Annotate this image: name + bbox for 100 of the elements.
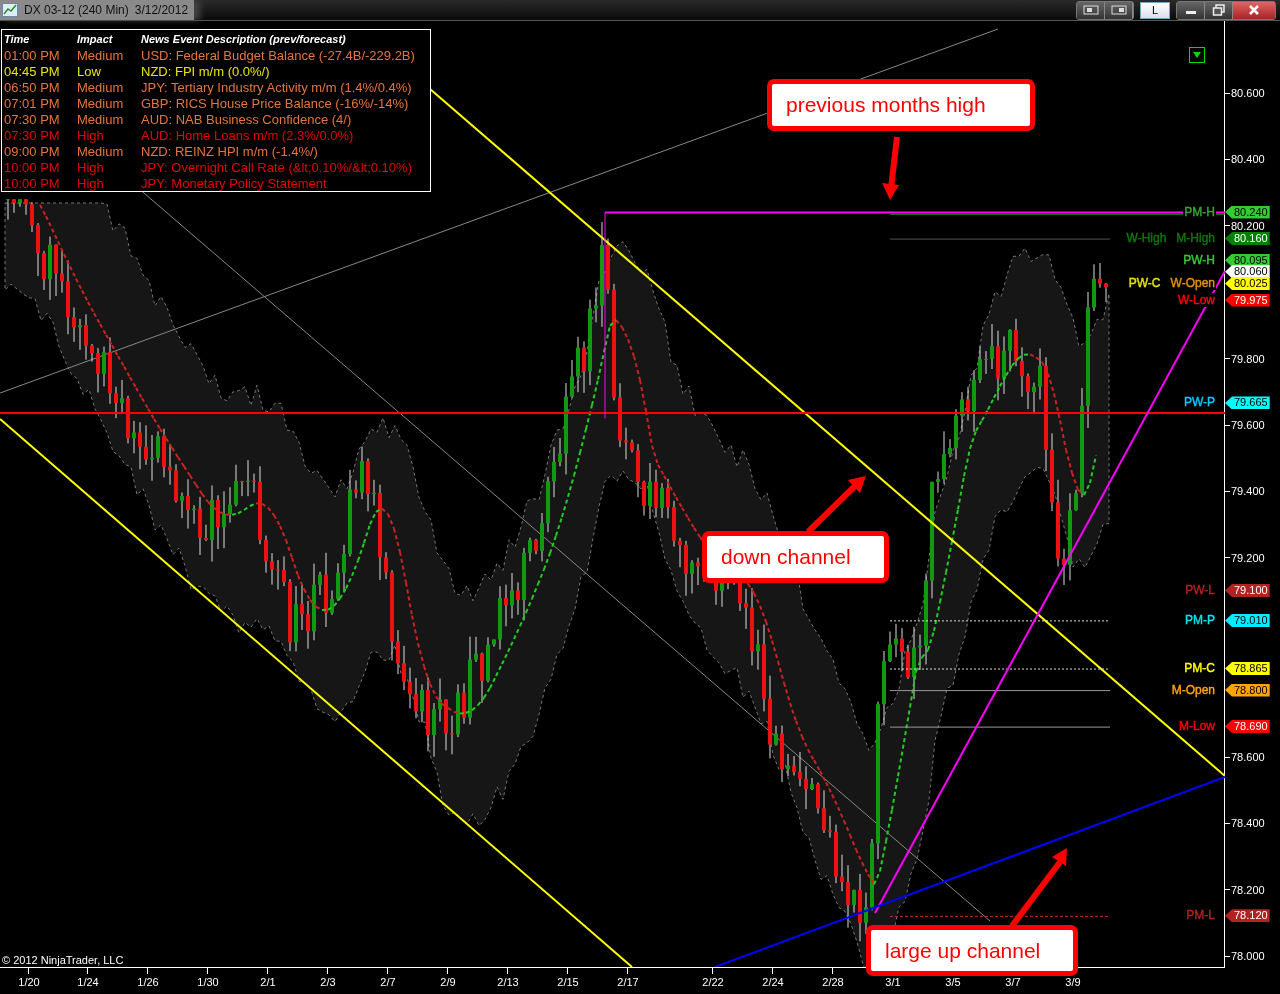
close-button[interactable] — [1233, 1, 1275, 19]
date-label: 1/26 — [137, 976, 159, 988]
price-label: 80.400 — [1230, 153, 1265, 166]
news-impact: Low — [77, 63, 102, 79]
news-impact: Medium — [77, 95, 125, 111]
price-tag: 79.010 — [1225, 613, 1270, 627]
news-impact: Medium — [77, 79, 125, 95]
news-description: NZD: FPI m/m (0.0%/) — [141, 63, 271, 79]
news-impact: Medium — [77, 47, 125, 63]
news-time: 01:00 PM — [3, 47, 61, 63]
column-header: News Event Description (prev/forecast) — [141, 33, 347, 45]
news-time: 07:01 PM — [3, 95, 61, 111]
window-icon — [1110, 5, 1127, 15]
date-label: 2/3 — [320, 976, 336, 988]
minimize-button[interactable] — [1177, 1, 1205, 19]
level-label: PM-P — [1184, 612, 1216, 627]
price-tag: 78.690 — [1225, 720, 1270, 734]
column-header: Impact — [77, 33, 114, 45]
date-label: 3/1 — [885, 976, 901, 988]
level-label: W-High — [1125, 231, 1168, 246]
news-impact: High — [77, 175, 105, 191]
news-time: 09:00 PM — [3, 143, 61, 159]
news-description: JPY: Tertiary Industry Activity m/m (1.4%/0.4%) — [141, 79, 413, 95]
restore-button[interactable] — [1205, 1, 1233, 19]
price-label: 78.400 — [1230, 817, 1265, 830]
date-label: 3/9 — [1065, 976, 1081, 988]
price-label: 78.000 — [1230, 950, 1265, 963]
chart-icon — [2, 3, 18, 17]
date-label: 2/7 — [380, 976, 396, 988]
date-label: 1/20 — [18, 976, 40, 988]
date-label: 2/17 — [617, 976, 639, 988]
news-description: USD: Federal Budget Balance (-27.4B/-229.2B) — [141, 47, 416, 63]
level-label: W-Open — [1169, 275, 1216, 290]
date-label: 2/24 — [762, 976, 784, 988]
price-tag: 79.100 — [1225, 584, 1270, 597]
price-tag: 80.160 — [1225, 232, 1270, 246]
price-tag: 78.120 — [1225, 909, 1270, 923]
level-label: PW-L — [1184, 583, 1216, 597]
restore-icon — [1211, 4, 1226, 16]
news-description: JPY: Monetary Policy Statement — [141, 175, 328, 191]
price-tag: 78.865 — [1225, 662, 1270, 675]
date-label: 1/24 — [77, 976, 99, 988]
news-description: JPY: Overnight Call Rate (&lt;0.10%/&lt;0.10%) — [141, 159, 413, 175]
price-label: 78.600 — [1230, 751, 1265, 763]
annotation-callout: down channel — [702, 531, 889, 583]
arrow — [882, 136, 900, 200]
price-label: 79.600 — [1230, 419, 1265, 431]
price-label: 79.200 — [1230, 551, 1265, 564]
price-label: 80.200 — [1230, 219, 1265, 232]
window-date: 3/12/2012 — [134, 3, 189, 17]
level-label: PW-H — [1182, 252, 1216, 267]
date-label: 1/30 — [197, 976, 219, 988]
news-description: AUD: Home Loans m/m (2.3%/0.0%) — [141, 127, 355, 143]
level-label: M-Low — [1178, 719, 1216, 734]
price-tag: 80.240 — [1225, 205, 1270, 219]
news-time: 06:50 PM — [3, 79, 61, 95]
signal-marker-icon — [1189, 47, 1205, 63]
window-title: DX 03-12 (240 Min) — [24, 3, 129, 17]
date-label: 2/9 — [440, 976, 456, 988]
date-label: 2/15 — [557, 976, 579, 988]
news-time: 10:00 PM — [3, 175, 61, 191]
level-label: M-High — [1175, 231, 1216, 246]
news-description: NZD: REINZ HPI m/m (-1.4%/) — [141, 143, 319, 159]
price-label: 79.800 — [1230, 352, 1265, 365]
news-description: AUD: NAB Business Confidence (4/) — [141, 111, 353, 127]
level-label: PM-H — [1183, 204, 1216, 219]
price-label: 80.600 — [1230, 87, 1265, 99]
news-time: 04:45 PM — [3, 63, 61, 79]
annotation-callout: large up channel — [866, 925, 1078, 976]
level-label: W-Low — [1176, 292, 1216, 307]
price-tag: 79.975 — [1225, 293, 1270, 307]
date-label: 2/28 — [822, 976, 844, 988]
level-label: PW-P — [1182, 395, 1216, 410]
undock-button[interactable] — [1105, 1, 1133, 19]
level-label: M-Open — [1170, 682, 1216, 697]
date-label: 3/5 — [945, 976, 961, 988]
column-header: Time — [3, 33, 31, 45]
news-impact: High — [77, 159, 105, 175]
link-button[interactable]: L — [1140, 1, 1170, 19]
news-impact: High — [77, 127, 105, 143]
dock-button[interactable] — [1077, 1, 1105, 19]
level-label: PM-C — [1183, 661, 1216, 675]
news-impact: Medium — [77, 143, 125, 159]
level-label: PM-L — [1185, 908, 1216, 923]
close-icon — [1247, 4, 1261, 16]
news-description: GBP: RICS House Price Balance (-16%/-14%) — [141, 95, 410, 111]
date-label: 2/22 — [702, 976, 724, 988]
price-tag: 78.800 — [1225, 683, 1270, 697]
date-label: 2/1 — [260, 976, 276, 988]
price-tag: 79.665 — [1225, 396, 1270, 410]
date-label: 3/7 — [1005, 976, 1021, 988]
copyright-text: © 2012 NinjaTrader, LLC — [2, 954, 124, 966]
level-label: PW-C — [1127, 275, 1162, 290]
news-impact: Medium — [77, 111, 125, 127]
price-tag: 80.095 — [1225, 253, 1270, 267]
price-label: 78.200 — [1230, 883, 1265, 896]
annotation-callout: previous months high — [767, 79, 1035, 131]
window-icon — [1082, 5, 1099, 15]
price-label: 79.400 — [1230, 485, 1265, 498]
date-label: 2/13 — [497, 976, 519, 988]
